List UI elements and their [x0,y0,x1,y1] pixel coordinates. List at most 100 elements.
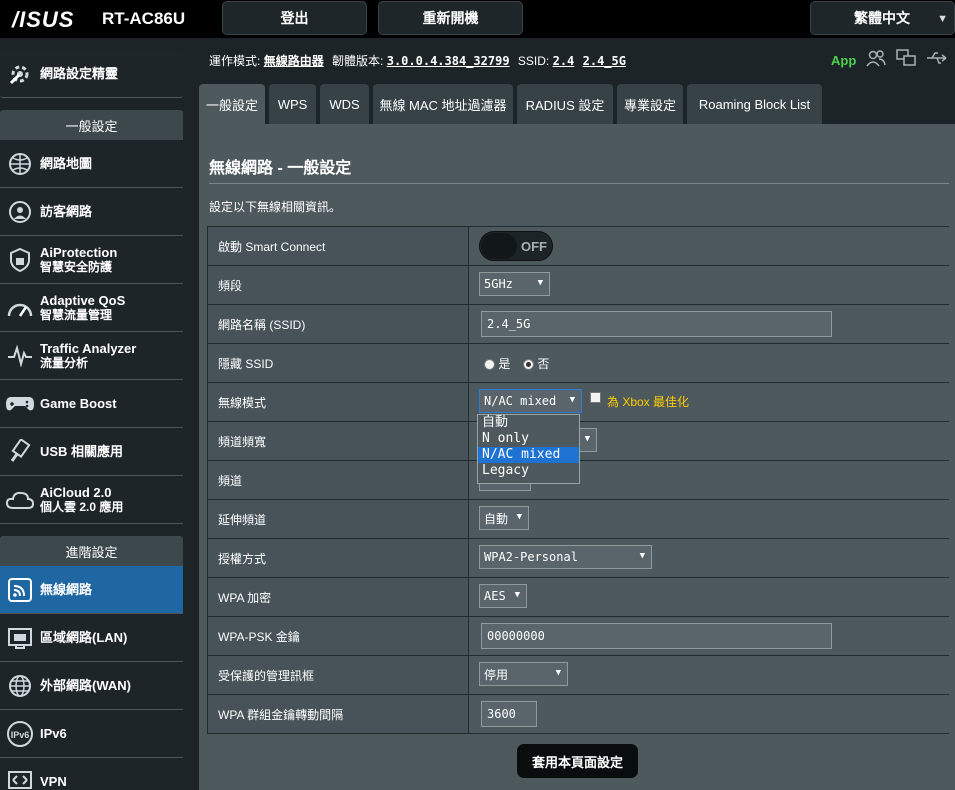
wireless-mode-dropdown: 自動 N only N/AC mixed Legacy [477,414,580,484]
wifi-icon [0,577,40,603]
mode-link[interactable]: 無線路由器 [264,54,324,68]
ipv6-icon: IPv6 [0,720,40,748]
ssid-link-1[interactable]: 2.4 [553,54,575,68]
firmware-link[interactable]: 3.0.0.4.384_32799 [387,54,510,68]
title-divider [209,183,949,184]
row-hide-ssid: 隱藏 SSID 是 否 [207,344,949,383]
sidebar-item-guest-network[interactable]: 訪客網路 [0,188,183,236]
tab-mac-filter[interactable]: 無線 MAC 地址過濾器 [373,84,513,124]
dropdown-option-n-only[interactable]: N only [478,431,579,447]
sidebar-item-aiprotection[interactable]: AiProtection 智慧安全防護 [0,236,183,284]
sidebar-item-label: AiCloud 2.0 個人雲 2.0 應用 [40,484,124,514]
tab-wps[interactable]: WPS [269,84,316,124]
chevron-down-icon: ▼ [516,512,522,522]
sidebar-item-label: 無線網路 [40,582,93,597]
magic-wand-icon [0,61,40,87]
wireless-mode-select[interactable]: N/AC mixed ▼ [479,389,582,413]
chevron-down-icon: ▼ [537,278,543,288]
dropdown-option-nac-mixed[interactable]: N/AC mixed [478,447,579,463]
page-title: 無線網路 - 一般設定 [209,160,352,177]
sidebar-item-wireless[interactable]: 無線網路 [0,566,183,614]
row-pmf: 受保護的管理訊框 停用 ▼ [207,656,949,695]
advanced-section-header: 進階設定 [0,536,183,566]
rekey-input[interactable]: 3600 [481,701,537,727]
dropdown-option-legacy[interactable]: Legacy [478,463,579,479]
pmf-select[interactable]: 停用 ▼ [479,662,568,686]
row-label: 啟動 Smart Connect [208,227,468,265]
sidebar: 網路設定精靈 一般設定 網路地圖 訪客網路 AiProtection 智慧安全防護… [0,38,183,790]
asus-logo: /ISUS [12,7,75,32]
ext-channel-select[interactable]: 自動 ▼ [479,506,529,530]
apply-button[interactable]: 套用本頁面設定 [517,744,638,778]
sidebar-item-label: IPv6 [40,726,67,741]
page-description: 設定以下無線相關資訊。 [209,200,342,214]
tab-professional[interactable]: 專業設定 [617,84,683,124]
psk-input[interactable]: 00000000 [481,623,832,649]
sidebar-item-lan[interactable]: 區域網路(LAN) [0,614,183,662]
sidebar-item-vpn[interactable]: VPN [0,758,183,790]
logout-button[interactable]: 登出 [222,1,367,35]
tab-general[interactable]: 一般設定 [199,84,265,124]
sidebar-item-aicloud[interactable]: AiCloud 2.0 個人雲 2.0 應用 [0,476,183,524]
ssid-label: SSID: [517,54,550,68]
sidebar-item-label: Adaptive QoS 智慧流量管理 [40,292,126,322]
smart-connect-toggle[interactable]: OFF [479,231,553,261]
wpa-enc-select[interactable]: AES ▼ [479,584,527,608]
sidebar-item-quick-setup[interactable]: 網路設定精靈 [0,50,183,98]
sidebar-item-label: AiProtection 智慧安全防護 [40,244,118,274]
hide-ssid-no-radio[interactable] [523,359,535,371]
ssid-input[interactable]: 2.4_5G [481,311,832,337]
sidebar-item-label: VPN [40,774,67,789]
cloud-icon [0,489,40,511]
sidebar-item-usb[interactable]: USB 相關應用 [0,428,183,476]
language-label: 繁體中文 [854,10,910,26]
sidebar-item-game-boost[interactable]: Game Boost [0,380,183,428]
reboot-button[interactable]: 重新開機 [378,1,523,35]
sidebar-item-label: 網路設定精靈 [40,66,119,81]
sidebar-item-network-map[interactable]: 網路地圖 [0,140,183,188]
sidebar-item-traffic-analyzer[interactable]: Traffic Analyzer 流量分析 [0,332,183,380]
sidebar-item-ipv6[interactable]: IPv6 IPv6 [0,710,183,758]
row-label: WPA 群組金鑰轉動間隔 [208,695,468,733]
hide-ssid-yes-radio[interactable] [484,359,495,371]
vpn-icon [0,770,40,790]
auth-select[interactable]: WPA2-Personal ▼ [479,545,652,569]
general-section-header: 一般設定 [0,110,183,140]
row-label: 頻段 [208,266,468,304]
sidebar-item-label: Traffic Analyzer 流量分析 [40,340,137,370]
mode-label: 運作模式: [209,54,261,68]
chevron-down-icon: ▼ [639,551,645,561]
usb-status-icon[interactable] [926,51,948,70]
row-label: 延伸頻道 [208,500,468,538]
tab-wds[interactable]: WDS [320,84,369,124]
sidebar-item-label: Game Boost [40,396,117,411]
row-label: 頻道 [208,461,468,499]
xbox-checkbox[interactable] [590,392,601,403]
sidebar-item-wan[interactable]: 外部網路(WAN) [0,662,183,710]
tab-roaming-block-list[interactable]: Roaming Block List [687,84,822,124]
tab-radius[interactable]: RADIUS 設定 [517,84,613,124]
row-label: 授權方式 [208,539,468,577]
gamepad-icon [0,394,40,414]
guest-network-icon [0,199,40,225]
dropdown-option-auto[interactable]: 自動 [478,415,579,431]
speedometer-icon [0,297,40,319]
row-ext-channel: 延伸頻道 自動 ▼ [207,500,949,539]
network-devices-icon[interactable] [896,49,917,72]
sidebar-item-adaptive-qos[interactable]: Adaptive QoS 智慧流量管理 [0,284,183,332]
ssid-link-2[interactable]: 2.4_5G [583,54,626,68]
clients-icon[interactable] [866,49,887,72]
status-line: 運作模式: 無線路由器 韌體版本: 3.0.0.4.384_32799 SSID… [209,52,626,69]
app-link[interactable]: App [831,53,856,68]
sidebar-item-label: 區域網路(LAN) [40,630,128,645]
row-label: 網路名稱 (SSID) [208,305,468,343]
sidebar-item-label: 訪客網路 [40,204,93,219]
row-band: 頻段 5GHz ▼ [207,266,949,305]
row-label: 隱藏 SSID [208,344,468,382]
band-select[interactable]: 5GHz ▼ [479,272,550,296]
row-auth: 授權方式 WPA2-Personal ▼ [207,539,949,578]
yes-label: 是 [498,357,511,371]
row-smart-connect: 啟動 Smart Connect OFF [207,226,949,266]
toggle-knob [481,233,517,259]
language-select[interactable]: 繁體中文 ▼ [810,1,955,35]
